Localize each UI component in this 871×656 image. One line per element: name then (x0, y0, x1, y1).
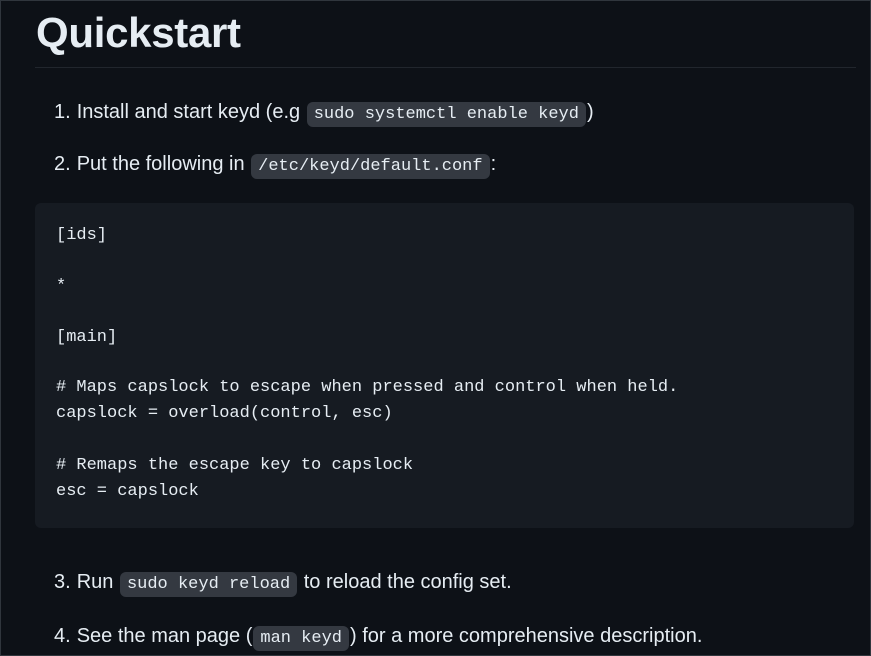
code-line: * (56, 276, 67, 296)
inline-code-enable-command[interactable]: sudo systemctl enable keyd (306, 102, 586, 127)
page-title: Quickstart (35, 1, 856, 68)
config-code-block[interactable]: [ids] * [main] # Maps capslock to escape wh… (35, 203, 854, 528)
code-line: # Remaps the escape key to capslock (56, 455, 414, 475)
code-line: [main] (56, 327, 118, 347)
step-number: 2. (54, 153, 71, 175)
inline-code-reload-command[interactable]: sudo keyd reload (119, 572, 298, 597)
step-text: Put the following in (76, 153, 245, 175)
step-text: See the man page ( (76, 625, 253, 647)
step-text: : (490, 153, 497, 175)
code-line: esc = capslock (56, 481, 199, 501)
code-line: capslock = overload(control, esc) (56, 404, 393, 424)
step-item-4: 4. See the man page (man keyd) for a more… (54, 621, 702, 654)
code-line: [ids] (56, 226, 108, 245)
config-code[interactable]: [ids] * [main] # Maps capslock to escape wh… (56, 223, 833, 504)
markdown-body: Quickstart 1. Install and start keyd (e.g… (35, 1, 856, 651)
inline-code-config-path[interactable]: /etc/keyd/default.conf (251, 154, 490, 179)
step-text: Install and start keyd (e.g (76, 101, 301, 123)
step-item-1: 1. Install and start keyd (e.g sudo syste… (54, 97, 594, 130)
step-text: to reload the config set. (303, 571, 512, 593)
step-item-2: 2. Put the following in /etc/keyd/default… (54, 149, 496, 182)
inline-code-man-command[interactable]: man keyd (253, 626, 349, 651)
step-text: ) (586, 101, 594, 123)
readme-viewport: Quickstart 1. Install and start keyd (e.g… (0, 0, 871, 656)
step-number: 1. (54, 101, 71, 123)
step-item-3: 3. Run sudo keyd reload to reload the con… (54, 567, 512, 600)
step-number: 3. (54, 571, 71, 593)
step-text: Run (76, 571, 114, 593)
step-number: 4. (54, 625, 71, 647)
step-text: ) for a more comprehensive description. (350, 625, 703, 647)
code-line: # Maps capslock to escape when pressed a… (56, 378, 679, 398)
